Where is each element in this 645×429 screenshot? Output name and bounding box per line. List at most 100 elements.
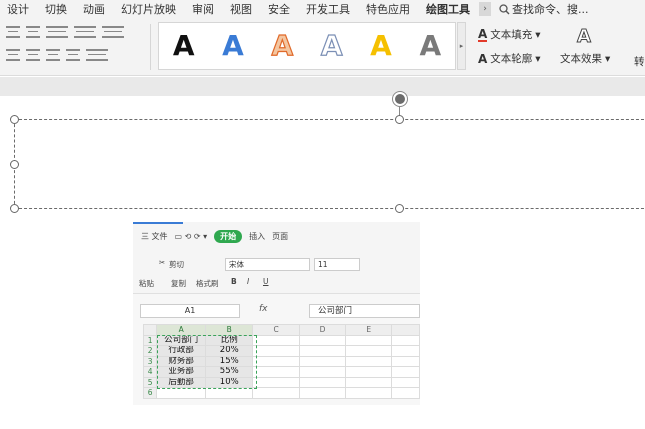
resize-handle-bottom-center[interactable] [395,204,404,213]
formula-bar: A1 fx 公司部门 [133,302,420,320]
italic-button: I [247,277,250,286]
ribbon-truncated-label[interactable]: 转 [634,54,645,69]
menu-design[interactable]: 设计 [0,1,38,17]
spreadsheet-title-bar: 三 文件 ▭ ⟲ ⟳ ▾ 开始 插入 页面 [133,222,420,254]
cell-a: 公司部门 [156,334,207,346]
columns-icon[interactable] [46,26,68,38]
cell-a: 后勤部 [156,376,207,388]
text-direction-icon[interactable] [86,49,108,61]
text-fill-button[interactable]: A 文本填充 ▾ [478,27,541,42]
font-select: 宋体 [225,258,310,271]
menu-features[interactable]: 特色应用 [359,1,419,17]
paragraph-tools-row-2 [6,49,108,61]
text-outline-button[interactable]: A 文本轮廓 ▾ [478,51,541,66]
row-number: 6 [142,387,158,399]
name-box: A1 [140,304,240,318]
scissors-icon: ✂ [159,258,166,267]
resize-handle-middle-left[interactable] [10,160,19,169]
menu-transition[interactable]: 切换 [38,1,76,17]
menu-review[interactable]: 审阅 [185,1,223,17]
menu-developer[interactable]: 开发工具 [299,1,359,17]
row-number: 5 [142,376,158,388]
cell-b: 10% [205,376,254,388]
resize-handle-bottom-left[interactable] [10,204,19,213]
fx-icon: fx [259,304,268,314]
table-row: 5 后勤部 10% [142,376,420,388]
spreadsheet-toolbar: ✂ 剪切 粘贴 复制 格式刷 宋体 11 B I U [133,254,420,294]
wordart-style-black[interactable]: A [173,32,195,60]
column-header: B [205,324,254,336]
resize-handle-top-center[interactable] [395,115,404,124]
distribute-icon[interactable] [26,49,40,61]
indent-icon[interactable] [46,49,60,61]
table-row: 2 行政部 20% [142,345,420,357]
toolbar-icons: ▭ ⟲ ⟳ ▾ [174,232,208,241]
wordart-style-blue[interactable]: A [222,32,244,60]
text-outline-label: 文本轮廓 [490,53,533,65]
row-number: 4 [142,366,158,378]
column-header: C [252,324,300,336]
spreadsheet-menu-row: 三 文件 ▭ ⟲ ⟳ ▾ 开始 插入 页面 [141,230,288,243]
outdent-icon[interactable] [66,49,80,61]
text-outline-icon: A [478,51,488,66]
font-size-select: 11 [314,258,360,271]
resize-handle-top-left[interactable] [10,115,19,124]
text-fill-icon: A [478,26,488,42]
text-effect-icon[interactable]: A [577,26,592,48]
file-menu: 三 文件 [141,232,168,241]
justify-icon[interactable] [6,49,20,61]
page-tab: 页面 [272,232,289,241]
wordart-style-orange-outline[interactable]: A [271,31,294,60]
ribbon-divider [150,24,151,70]
align-right-icon[interactable] [26,26,40,38]
formula-value: 公司部门 [309,304,420,318]
search-label: 查找命令、搜... [512,3,589,16]
menu-bar: 设计 切换 动画 幻灯片放映 审阅 视图 安全 开发工具 特色应用 绘图工具 ›… [0,0,645,18]
cell-a [156,387,207,399]
cell-a: 财务部 [156,355,207,367]
column-header: D [298,324,347,336]
wordart-style-white-outline[interactable]: A [320,31,343,60]
menu-more-button[interactable]: › [479,2,491,16]
command-search[interactable]: 查找命令、搜... [499,1,589,17]
menu-drawing-tools[interactable]: 绘图工具 [419,1,479,17]
cell-b: 55% [205,366,254,378]
canvas-margin [0,77,645,96]
align-left-icon[interactable] [6,26,20,38]
chevron-down-icon: ▾ [535,28,541,41]
ribbon: A A A A A A ▸ A 文本填充 ▾ A 文本轮廓 ▾ A 文本效果 ▾… [0,18,645,76]
cut-label: 剪切 [169,260,184,269]
table-row: 1 公司部门 比例 [142,334,420,346]
column-header [391,324,420,336]
cell-a: 业务部 [156,366,207,378]
wordart-style-gray[interactable]: A [419,32,441,60]
gallery-expand-icon[interactable]: ▸ [457,22,466,70]
embedded-spreadsheet-image[interactable]: 三 文件 ▭ ⟲ ⟳ ▾ 开始 插入 页面 ✂ 剪切 粘贴 复制 格式刷 宋体 … [133,222,420,405]
menu-slideshow[interactable]: 幻灯片放映 [114,1,185,17]
line-spacing-icon[interactable] [102,26,124,38]
cell-b: 15% [205,355,254,367]
cell-b [205,387,254,399]
rotate-handle-icon[interactable] [393,92,407,106]
wordart-style-yellow[interactable]: A [370,32,392,60]
row-number: 2 [142,345,158,357]
menu-animation[interactable]: 动画 [76,1,114,17]
menu-view[interactable]: 视图 [223,1,261,17]
format-painter-label: 格式刷 [196,279,219,288]
slide-canvas[interactable]: 三 文件 ▭ ⟲ ⟳ ▾ 开始 插入 页面 ✂ 剪切 粘贴 复制 格式刷 宋体 … [0,77,645,429]
paste-label: 粘贴 [139,279,154,288]
underline-button: U [263,277,269,286]
corner-cell [142,324,158,336]
bold-button: B [231,277,237,286]
menu-security[interactable]: 安全 [261,1,299,17]
insert-tab: 插入 [249,232,266,241]
selected-textbox[interactable] [14,119,645,209]
search-icon [499,3,510,14]
list-icon[interactable] [74,26,96,38]
spreadsheet-grid: A B C D E 1 公司部门 比例 2 行政部 20% 3 财务部 15% … [142,324,420,399]
table-row: 4 业务部 55% [142,366,420,378]
start-tab: 开始 [214,230,243,243]
text-effect-button[interactable]: 文本效果 ▾ [560,51,610,66]
chevron-down-icon: ▾ [535,52,541,65]
row-number: 1 [142,334,158,346]
